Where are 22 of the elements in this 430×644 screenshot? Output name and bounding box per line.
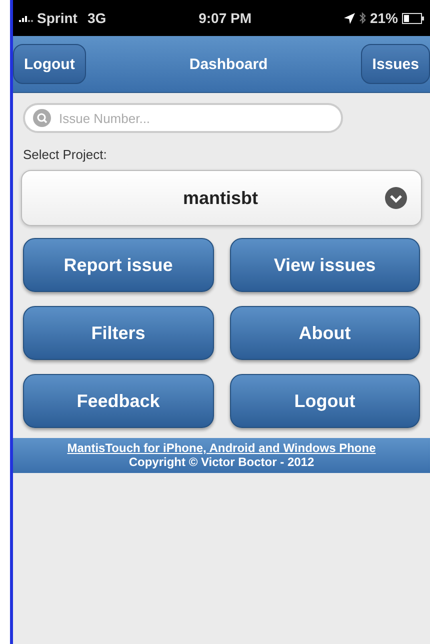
- footer-link[interactable]: MantisTouch for iPhone, Android and Windows Phone: [67, 441, 376, 455]
- battery-percent: 21%: [370, 10, 398, 26]
- network-type: 3G: [87, 10, 106, 26]
- signal-icon: [19, 14, 33, 22]
- project-dropdown[interactable]: mantisbt: [21, 170, 422, 226]
- menu-button[interactable]: Logout: [230, 374, 420, 428]
- search-field[interactable]: Issue Number...: [23, 103, 343, 133]
- copyright-text: Copyright © Victor Boctor - 2012: [128, 455, 314, 469]
- menu-button[interactable]: View issues: [230, 238, 420, 292]
- bluetooth-icon: [358, 12, 366, 24]
- battery-icon: [402, 12, 424, 24]
- carrier-name: Sprint: [37, 10, 78, 26]
- location-arrow-icon: [344, 12, 355, 24]
- logout-button[interactable]: Logout: [13, 44, 86, 84]
- menu-button[interactable]: Filters: [23, 306, 214, 360]
- clock-time: 9:07 PM: [198, 10, 252, 26]
- page-title: Dashboard: [189, 56, 268, 72]
- menu-button[interactable]: Report issue: [23, 238, 214, 292]
- menu-button[interactable]: About: [230, 306, 420, 360]
- menu-button[interactable]: Feedback: [23, 374, 214, 428]
- project-label: Select Project:: [23, 147, 108, 162]
- issues-button[interactable]: Issues: [361, 44, 430, 84]
